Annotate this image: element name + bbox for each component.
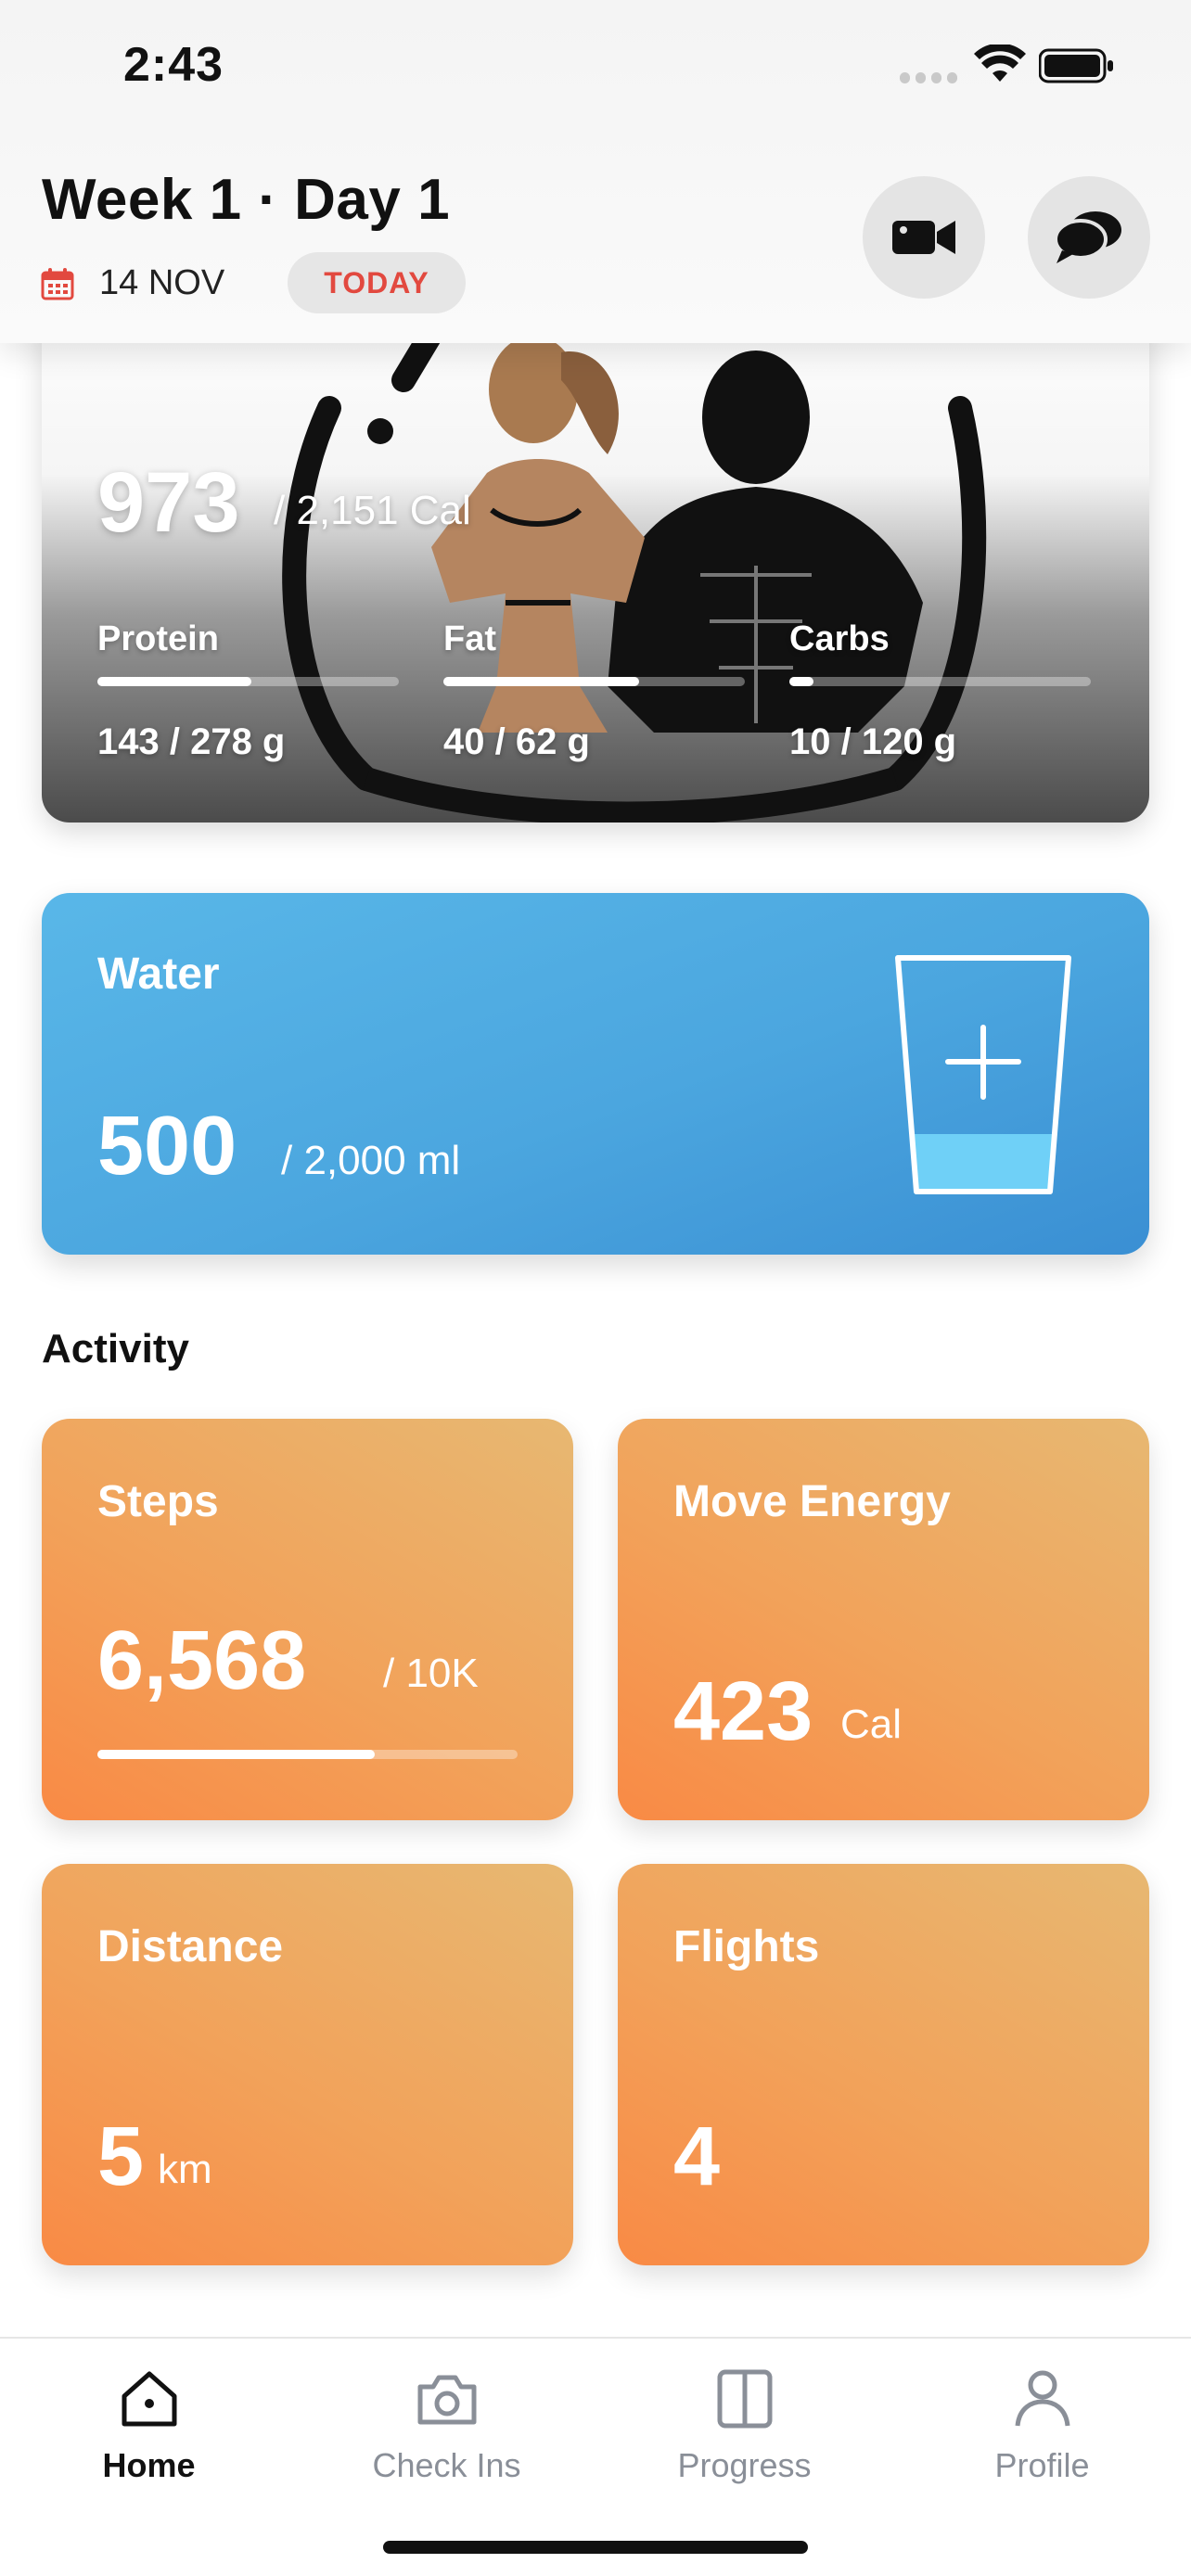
- protein-progress-fill: [97, 677, 251, 686]
- wifi-icon: [974, 45, 1026, 82]
- steps-goal: / 10K: [383, 1651, 479, 1696]
- split-panel-icon: [717, 2369, 772, 2429]
- move-energy-tile[interactable]: Move Energy 423 Cal: [618, 1419, 1149, 1820]
- carbs-progress-fill: [789, 677, 813, 686]
- water-title: Water: [97, 950, 220, 999]
- page-title: Week 1 · Day 1: [42, 168, 451, 232]
- protein-amount: 143 / 278 g: [97, 721, 286, 762]
- activity-heading: Activity: [42, 1326, 189, 1371]
- tab-profile[interactable]: Profile: [893, 2357, 1191, 2506]
- distance-value: 5: [97, 2111, 145, 2203]
- distance-tile[interactable]: Distance 5 km: [42, 1864, 573, 2265]
- home-indicator: [383, 2541, 808, 2554]
- cellular-signal-icon: [900, 72, 957, 83]
- fat-label: Fat: [443, 619, 496, 658]
- distance-unit: km: [158, 2147, 212, 2192]
- tab-check-ins[interactable]: Check Ins: [298, 2357, 596, 2506]
- water-value: 500: [97, 1100, 237, 1192]
- person-icon: [1015, 2370, 1069, 2427]
- date-label: 14 NOV: [99, 263, 225, 302]
- calories-consumed: 973: [97, 455, 240, 550]
- tab-progress[interactable]: Progress: [596, 2357, 893, 2506]
- fat-amount: 40 / 62 g: [443, 721, 590, 762]
- battery-icon: [1039, 48, 1113, 83]
- tab-home[interactable]: Home: [0, 2357, 298, 2506]
- flights-tile[interactable]: Flights 4: [618, 1864, 1149, 2265]
- video-call-button[interactable]: [863, 176, 985, 299]
- video-camera-icon: [892, 221, 955, 254]
- calories-goal: / 2,151 Cal: [274, 488, 471, 533]
- water-glass-plus-icon[interactable]: [890, 949, 1076, 1199]
- today-button[interactable]: TODAY: [288, 252, 466, 313]
- chat-bubbles-icon: [1054, 211, 1121, 263]
- tab-check-ins-label: Check Ins: [372, 2446, 521, 2484]
- calendar-icon: [41, 268, 74, 300]
- camera-icon: [417, 2375, 476, 2425]
- carbs-progress: [789, 677, 1091, 686]
- chat-button[interactable]: [1028, 176, 1150, 299]
- flights-value: 4: [673, 2111, 721, 2203]
- protein-progress: [97, 677, 399, 686]
- move-energy-value: 423: [673, 1665, 813, 1758]
- steps-progress-fill: [97, 1750, 375, 1759]
- protein-label: Protein: [97, 619, 219, 658]
- nutrition-card[interactable]: 973 / 2,151 Cal Protein 143 / 278 g Fat …: [42, 278, 1149, 823]
- home-icon: [122, 2371, 176, 2427]
- tab-profile-label: Profile: [994, 2446, 1090, 2484]
- steps-progress: [97, 1750, 518, 1759]
- move-energy-unit: Cal: [840, 1702, 903, 1747]
- move-energy-title: Move Energy: [673, 1477, 951, 1526]
- water-goal: / 2,000 ml: [281, 1138, 461, 1183]
- fat-progress-fill: [443, 677, 640, 686]
- steps-title: Steps: [97, 1477, 219, 1526]
- tab-home-label: Home: [102, 2446, 196, 2484]
- tab-progress-label: Progress: [677, 2446, 812, 2484]
- flights-title: Flights: [673, 1922, 820, 1971]
- carbs-amount: 10 / 120 g: [789, 721, 957, 762]
- fat-progress: [443, 677, 745, 686]
- steps-tile[interactable]: Steps 6,568 / 10K: [42, 1419, 573, 1820]
- carbs-label: Carbs: [789, 619, 890, 658]
- distance-title: Distance: [97, 1922, 284, 1971]
- status-time: 2:43: [123, 38, 224, 92]
- steps-value: 6,568: [97, 1614, 307, 1707]
- water-card[interactable]: Water 500 / 2,000 ml: [42, 893, 1149, 1255]
